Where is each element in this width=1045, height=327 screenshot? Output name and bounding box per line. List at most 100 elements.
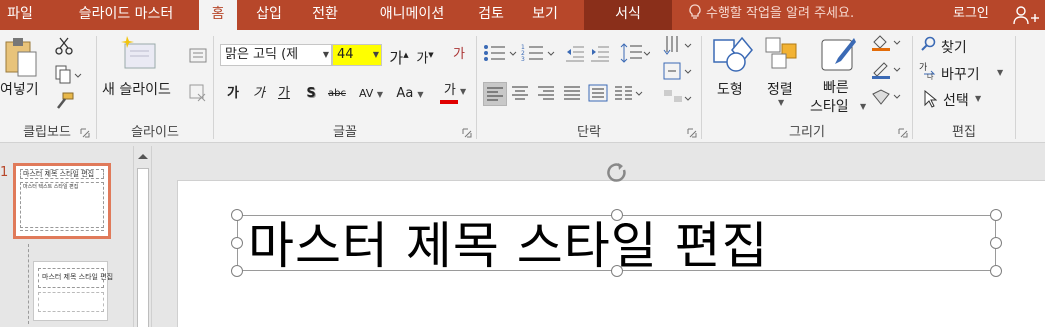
arrange-label[interactable]: 정렬: [767, 79, 793, 99]
change-case-button[interactable]: Aa ▼: [392, 83, 428, 105]
tab-transitions[interactable]: 전환: [300, 0, 350, 30]
align-center-icon: [512, 86, 528, 100]
justify-icon: [564, 86, 580, 100]
format-painter-icon[interactable]: [55, 92, 75, 110]
underline-button[interactable]: 가: [273, 83, 295, 105]
editing-group: 찾기 가나 바꾸기 ▼ 선택 ▼ 편집: [913, 30, 1015, 143]
share-button[interactable]: [1012, 4, 1042, 26]
align-text-icon[interactable]: [663, 62, 693, 82]
quick-styles-label-2[interactable]: 스타일: [810, 96, 849, 116]
resize-handle-bottom[interactable]: [611, 265, 623, 277]
tell-me-box[interactable]: 수행할 작업을 알려 주세요.: [688, 0, 854, 30]
shape-outline-icon[interactable]: [870, 60, 902, 80]
increase-indent-icon[interactable]: [590, 44, 610, 62]
distributed-button[interactable]: [587, 82, 611, 106]
reset-icon[interactable]: [189, 84, 207, 102]
tab-view[interactable]: 보기: [522, 0, 568, 30]
scroll-up-arrow-icon[interactable]: [135, 148, 151, 164]
drawing-group: 도형 정렬 ▼ 빠른 스타일 ▼ 그리기: [702, 30, 912, 143]
select-label[interactable]: 선택: [943, 90, 969, 110]
font-size-value: 44: [337, 47, 354, 62]
numbering-icon[interactable]: 123: [521, 43, 555, 63]
distributed-icon: [588, 84, 608, 102]
bold-label: 가: [227, 86, 239, 101]
smartart-icon[interactable]: [663, 88, 693, 108]
shadow-button[interactable]: S: [300, 83, 322, 105]
paste-label[interactable]: 여넣기: [0, 79, 39, 99]
quick-styles-label-1[interactable]: 빠른: [823, 77, 849, 97]
decrease-indent-icon[interactable]: [565, 44, 585, 62]
replace-label[interactable]: 바꾸기: [941, 64, 980, 84]
bold-button[interactable]: 가: [222, 83, 244, 105]
font-name-combo[interactable]: 맑은 고딕 (제 ▼: [220, 44, 332, 66]
tab-home[interactable]: 홈: [199, 0, 237, 30]
character-spacing-label: AV: [358, 87, 374, 100]
cut-icon[interactable]: [54, 36, 74, 56]
font-size-combo[interactable]: 44 ▼: [332, 44, 382, 66]
shapes-label[interactable]: 도형: [717, 79, 743, 99]
find-icon[interactable]: [921, 36, 937, 52]
dialog-launcher-icon[interactable]: [80, 128, 90, 138]
tab-animations[interactable]: 애니메이션: [360, 0, 464, 30]
shape-effects-icon[interactable]: [870, 88, 902, 106]
align-center-button[interactable]: [509, 82, 533, 106]
shrink-font-button[interactable]: 가▼: [414, 44, 436, 66]
columns-button[interactable]: [613, 82, 647, 106]
paragraph-group-label: 단락: [577, 125, 601, 140]
slide-thumbnail-2[interactable]: 마스터 제목 스타일 편집: [33, 261, 113, 321]
font-color-label: 가: [443, 83, 456, 98]
align-left-button[interactable]: [483, 82, 507, 106]
resize-handle-top[interactable]: [611, 209, 623, 221]
italic-button[interactable]: 가: [248, 83, 270, 105]
font-color-button[interactable]: 가 ▼: [438, 80, 472, 102]
resize-handle-bottom-right[interactable]: [990, 265, 1002, 277]
justify-button[interactable]: [561, 82, 585, 106]
replace-icon[interactable]: 가나: [919, 62, 939, 80]
rotate-handle-icon[interactable]: [603, 160, 631, 188]
login-link[interactable]: 로그인: [953, 0, 989, 28]
tab-review[interactable]: 검토: [468, 0, 514, 30]
new-slide-label[interactable]: 새 슬라이드: [102, 79, 171, 99]
paste-icon[interactable]: [4, 36, 38, 78]
resize-handle-right[interactable]: [990, 237, 1002, 249]
shape-fill-icon[interactable]: [870, 34, 902, 52]
shapes-icon[interactable]: [712, 36, 754, 74]
align-right-button[interactable]: [535, 82, 559, 106]
tab-slide-master[interactable]: 슬라이드 마스터: [56, 0, 196, 30]
resize-handle-left[interactable]: [231, 237, 243, 249]
group-separator: [1015, 36, 1016, 139]
dialog-launcher-icon[interactable]: [687, 128, 697, 138]
clipboard-group: 여넣기 클립보드: [0, 30, 94, 143]
thumbnail-scrollbar[interactable]: [133, 146, 152, 327]
quick-styles-icon[interactable]: [820, 36, 858, 74]
copy-icon[interactable]: [54, 65, 82, 85]
resize-handle-top-right[interactable]: [990, 209, 1002, 221]
clear-formatting-button[interactable]: 가: [448, 44, 470, 66]
resize-handle-bottom-left[interactable]: [231, 265, 243, 277]
layout-icon[interactable]: [189, 48, 207, 64]
line-spacing-icon[interactable]: [620, 42, 650, 64]
find-label[interactable]: 찾기: [941, 37, 967, 57]
grow-font-label: 가: [389, 49, 404, 67]
ribbon-tab-bar: 파일 슬라이드 마스터 홈 삽입 전환 애니메이션 검토 보기 서식 수행할 작…: [0, 0, 1045, 30]
new-slide-icon[interactable]: [121, 34, 161, 74]
character-spacing-button[interactable]: AV ▼: [354, 83, 388, 105]
tab-file[interactable]: 파일: [0, 0, 40, 30]
dialog-launcher-icon[interactable]: [462, 128, 472, 138]
scroll-thumb[interactable]: [137, 168, 149, 327]
slide-thumbnail-1[interactable]: 마스터 제목 스타일 편집 마스터 텍스트 스타일 편집: [13, 163, 111, 239]
text-direction-icon[interactable]: [663, 34, 693, 58]
tab-format[interactable]: 서식: [584, 0, 672, 30]
strikethrough-button[interactable]: abc: [324, 83, 350, 105]
slide-title-text[interactable]: 마스터 제목 스타일 편집: [248, 206, 769, 278]
bullets-icon[interactable]: [483, 43, 517, 63]
tab-insert[interactable]: 삽입: [246, 0, 292, 30]
dialog-launcher-icon[interactable]: [898, 128, 908, 138]
align-left-icon: [487, 87, 503, 101]
arrange-icon[interactable]: [764, 36, 800, 72]
strikethrough-label: abc: [328, 88, 346, 99]
resize-handle-top-left[interactable]: [231, 209, 243, 221]
grow-font-button[interactable]: 가▲: [388, 44, 410, 67]
select-cursor-icon[interactable]: [923, 90, 937, 108]
thumb2-title-text: 마스터 제목 스타일 편집: [42, 273, 114, 281]
